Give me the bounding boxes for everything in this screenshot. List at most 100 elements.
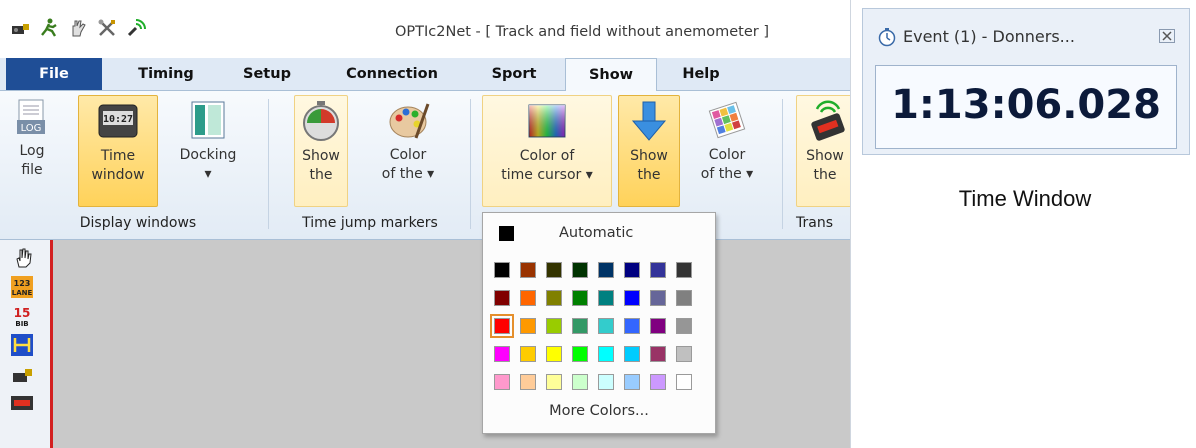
camera-icon[interactable] <box>10 18 30 38</box>
show-markers-label-2: the <box>309 167 333 183</box>
tab-setup[interactable]: Setup <box>232 58 302 90</box>
color-swatch[interactable] <box>520 374 536 390</box>
ribbon-tabs: File Timing Setup Connection Sport Show … <box>0 58 850 92</box>
palette-icon <box>386 98 430 142</box>
tab-sport[interactable]: Sport <box>478 58 550 90</box>
stopwatch-flag-icon <box>299 99 343 143</box>
color-swatch[interactable] <box>650 346 666 362</box>
hand-icon[interactable] <box>11 247 33 269</box>
time-window-button[interactable]: 10:27 Time window <box>78 95 158 207</box>
color-swatch[interactable] <box>494 290 510 306</box>
elapsed-time-value: 1:13:06.028 <box>891 82 1161 128</box>
show-cursor-button[interactable]: Show the <box>618 95 680 207</box>
color-swatches-icon <box>705 98 749 142</box>
clock-display-icon: 10:27 <box>96 99 140 143</box>
camera-icon[interactable] <box>11 363 33 385</box>
svg-text:BIB: BIB <box>15 320 28 327</box>
color-swatch[interactable] <box>624 318 640 334</box>
color-swatch[interactable] <box>676 318 692 334</box>
color-markers-button[interactable]: Color of the ▾ <box>368 95 448 205</box>
log-file-label-2: file <box>21 162 43 178</box>
tab-help[interactable]: Help <box>668 58 734 90</box>
color-swatch[interactable] <box>572 346 588 362</box>
more-colors-option[interactable]: More Colors... <box>483 403 715 419</box>
color-swatch[interactable] <box>572 374 588 390</box>
display-icon[interactable] <box>11 392 33 414</box>
color-swatch[interactable] <box>598 290 614 306</box>
log-file-button[interactable]: LOG Log file <box>10 95 54 205</box>
color-swatch[interactable] <box>572 290 588 306</box>
color-swatch[interactable] <box>494 374 510 390</box>
color-swatch[interactable] <box>494 346 510 362</box>
time-window-label-1: Time <box>100 148 136 164</box>
color-swatch[interactable] <box>572 262 588 278</box>
color-other-label-2: of the ▾ <box>700 166 754 182</box>
range-icon[interactable] <box>11 334 33 356</box>
tab-timing[interactable]: Timing <box>128 58 204 90</box>
color-swatch[interactable] <box>624 374 640 390</box>
automatic-label: Automatic <box>559 225 634 241</box>
svg-text:123: 123 <box>14 279 31 288</box>
color-swatch[interactable] <box>676 290 692 306</box>
side-toolbar: 123 LANE 15 BIB <box>0 240 53 448</box>
color-swatch[interactable] <box>650 318 666 334</box>
color-swatch[interactable] <box>546 318 562 334</box>
color-swatch[interactable] <box>598 318 614 334</box>
bib-icon[interactable]: 15 BIB <box>11 305 33 327</box>
svg-text:15: 15 <box>14 306 31 320</box>
color-swatch[interactable] <box>598 374 614 390</box>
log-file-icon: LOG <box>15 98 49 138</box>
show-cursor-label-1: Show <box>630 148 668 164</box>
runner-icon[interactable] <box>39 18 59 38</box>
tab-show[interactable]: Show <box>565 58 657 92</box>
color-swatch[interactable] <box>676 262 692 278</box>
show-transponder-button[interactable]: Show the <box>796 95 850 207</box>
antenna-icon[interactable] <box>126 18 146 38</box>
color-swatch[interactable] <box>490 314 514 338</box>
color-swatch[interactable] <box>624 290 640 306</box>
color-swatch[interactable] <box>624 346 640 362</box>
group-label-time-jump-markers: Time jump markers <box>302 215 438 231</box>
color-swatch[interactable] <box>598 262 614 278</box>
color-swatch[interactable] <box>676 374 692 390</box>
automatic-color-option[interactable]: Automatic <box>483 221 715 247</box>
tools-icon[interactable] <box>97 18 117 38</box>
color-swatch[interactable] <box>546 290 562 306</box>
color-swatch[interactable] <box>598 346 614 362</box>
tab-file[interactable]: File <box>6 58 102 90</box>
transponder-icon <box>803 99 847 143</box>
color-swatch[interactable] <box>676 346 692 362</box>
docking-button[interactable]: Docking ▾ <box>168 95 248 205</box>
lane-icon[interactable]: 123 LANE <box>11 276 33 298</box>
color-swatch[interactable] <box>520 346 536 362</box>
group-separator <box>470 99 471 229</box>
close-icon[interactable] <box>1159 29 1175 47</box>
show-transponder-label-2: the <box>813 167 837 183</box>
color-of-time-cursor-label-2: time cursor ▾ <box>501 167 593 183</box>
glove-icon[interactable] <box>68 18 88 38</box>
color-swatch[interactable] <box>650 374 666 390</box>
color-swatch[interactable] <box>546 346 562 362</box>
docking-label-2: ▾ <box>204 166 212 182</box>
workspace-area[interactable] <box>0 240 850 448</box>
color-swatch[interactable] <box>520 290 536 306</box>
show-cursor-label-2: the <box>637 167 661 183</box>
color-other-button[interactable]: Color of the ▾ <box>690 95 764 205</box>
time-display: 1:13:06.028 <box>875 65 1177 149</box>
color-swatch[interactable] <box>650 262 666 278</box>
color-swatch[interactable] <box>520 262 536 278</box>
color-swatch[interactable] <box>650 290 666 306</box>
show-markers-button[interactable]: Show the <box>294 95 348 207</box>
color-swatch[interactable] <box>520 318 536 334</box>
color-of-time-cursor-button[interactable]: Color of time cursor ▾ <box>482 95 612 207</box>
color-swatch[interactable] <box>546 262 562 278</box>
log-file-label-1: Log <box>19 143 45 159</box>
show-markers-label-1: Show <box>302 148 340 164</box>
color-swatch[interactable] <box>494 262 510 278</box>
color-swatch[interactable] <box>624 262 640 278</box>
color-swatch[interactable] <box>546 374 562 390</box>
time-window-panel: Event (1) - Donners... 1:13:06.028 <box>862 8 1190 155</box>
color-swatch[interactable] <box>572 318 588 334</box>
tab-connection[interactable]: Connection <box>330 58 454 90</box>
group-label-display-windows: Display windows <box>79 215 197 231</box>
